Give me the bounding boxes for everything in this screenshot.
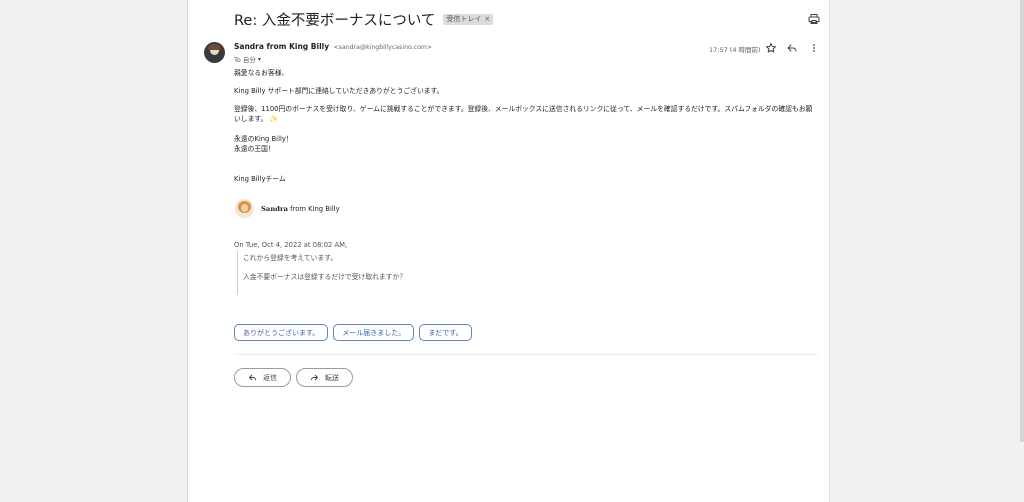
quote-header: On Tue, Oct 4, 2022 at 08:02 AM, xyxy=(234,241,348,249)
smart-reply-chip[interactable]: ありがとうございます。 xyxy=(234,324,329,341)
forward-label: 転送 xyxy=(325,373,339,382)
inbox-label-text: 受信トレイ xyxy=(446,14,482,23)
email-subject: Re: 入金不要ボーナスについて xyxy=(234,12,436,29)
divider xyxy=(234,354,818,355)
team-signature: King Billyチーム xyxy=(234,175,286,183)
signature-suffix: from King Billy xyxy=(290,205,340,213)
reply-actions: 返信 転送 xyxy=(234,368,353,387)
quote-line-1: これから登録を考えています。 xyxy=(243,254,338,262)
reply-icon[interactable] xyxy=(786,42,798,54)
sender-avatar[interactable] xyxy=(204,42,225,63)
recipient-text: To 自分 xyxy=(234,56,256,64)
email-time: 17:57 (4 時間前) xyxy=(709,46,761,54)
info-text-content: 登録後、1100円のボーナスを受け取り、ゲームに挑戦することができます。登録後、… xyxy=(234,105,813,123)
chevron-down-icon[interactable]: ▾ xyxy=(258,56,261,63)
scrollbar[interactable] xyxy=(1020,0,1024,442)
sender-email: <sandra@kingbillycasino.com> xyxy=(333,44,433,51)
reply-icon xyxy=(248,374,256,381)
subject-row: Re: 入金不要ボーナスについて 受信トレイ × xyxy=(234,8,494,30)
more-vert-icon[interactable] xyxy=(808,42,820,54)
sign-off-line-2: 永遠の王国！ xyxy=(234,145,275,153)
quote-line-2: 入金不要ボーナスは登録するだけで受け取れますか？ xyxy=(243,273,407,281)
recipient-line[interactable]: To 自分 ▾ xyxy=(234,54,261,65)
sparkle-icon: ✨ xyxy=(269,115,278,123)
star-icon[interactable] xyxy=(765,42,777,54)
thanks-text: King Billy サポート部門に連絡していただきありがとうございます。 xyxy=(234,87,444,95)
print-icon[interactable] xyxy=(808,13,820,25)
forward-button[interactable]: 転送 xyxy=(296,368,353,387)
inbox-label: 受信トレイ × xyxy=(443,13,494,25)
forward-icon xyxy=(311,374,319,381)
quoted-message: これから登録を考えています。 入金不要ボーナスは登録するだけで受け取れますか？ xyxy=(237,251,642,295)
info-text: 登録後、1100円のボーナスを受け取り、ゲームに挑戦することができます。登録後、… xyxy=(234,104,818,124)
signature-avatar xyxy=(235,199,254,218)
smart-reply-chip[interactable]: メール届きました。 xyxy=(333,324,415,341)
sender-name: Sandra from King Billy xyxy=(234,42,330,51)
sign-off-line-1: 永遠のKing Billy！ xyxy=(234,135,293,143)
sender-line: Sandra from King Billy <sandra@kingbilly… xyxy=(234,42,432,51)
reply-label: 返信 xyxy=(263,373,277,382)
signature-name: Sandra from King Billy xyxy=(261,205,340,213)
signature-first-name: Sandra xyxy=(261,205,288,213)
remove-label-button[interactable]: × xyxy=(484,15,490,24)
reply-button[interactable]: 返信 xyxy=(234,368,291,387)
greeting-text: 親愛なるお客様、 xyxy=(234,69,289,77)
smart-replies: ありがとうございます。 メール届きました。 まだです。 xyxy=(234,324,472,341)
smart-reply-chip[interactable]: まだです。 xyxy=(419,324,472,341)
